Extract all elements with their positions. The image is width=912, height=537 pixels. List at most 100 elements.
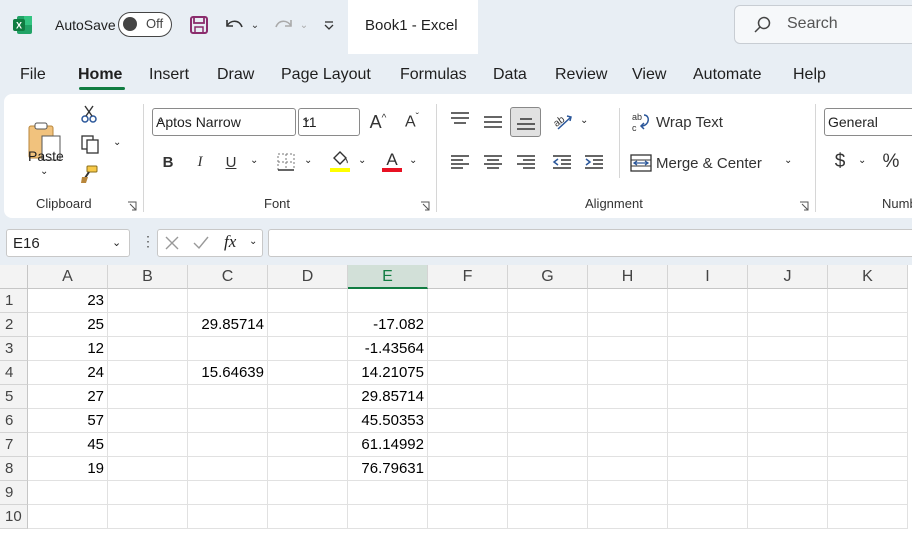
decrease-font-size-button[interactable]: Aˇ [400, 110, 424, 134]
cell-e2[interactable]: -17.082 [348, 313, 428, 337]
cell-c7[interactable] [188, 433, 268, 457]
search-box[interactable]: Search [734, 5, 912, 44]
cell-f4[interactable] [428, 361, 508, 385]
row-header-8[interactable]: 8 [0, 457, 28, 481]
cell-c9[interactable] [188, 481, 268, 505]
cell-b9[interactable] [108, 481, 188, 505]
tab-help[interactable]: Help [793, 66, 826, 84]
tab-formulas[interactable]: Formulas [400, 66, 467, 84]
align-right-button[interactable] [514, 150, 538, 174]
cell-c5[interactable] [188, 385, 268, 409]
cell-f2[interactable] [428, 313, 508, 337]
cell-e1[interactable] [348, 289, 428, 313]
cell-k4[interactable] [828, 361, 908, 385]
cell-j1[interactable] [748, 289, 828, 313]
borders-button[interactable] [274, 151, 298, 173]
cell-c10[interactable] [188, 505, 268, 529]
cell-g3[interactable] [508, 337, 588, 361]
cell-e6[interactable]: 45.50353 [348, 409, 428, 433]
cell-g1[interactable] [508, 289, 588, 313]
fill-color-dropdown-icon[interactable]: ⌄ [358, 155, 366, 166]
column-header-i[interactable]: I [668, 265, 748, 289]
cell-f3[interactable] [428, 337, 508, 361]
cell-a7[interactable]: 45 [28, 433, 108, 457]
font-color-dropdown-icon[interactable]: ⌄ [409, 155, 417, 166]
cell-d3[interactable] [268, 337, 348, 361]
font-name-dropdown[interactable]: Aptos Narrow ⌄ [152, 108, 296, 136]
font-color-button[interactable]: A [380, 148, 404, 174]
cell-g4[interactable] [508, 361, 588, 385]
cell-d8[interactable] [268, 457, 348, 481]
column-header-d[interactable]: D [268, 265, 348, 289]
cell-f8[interactable] [428, 457, 508, 481]
cell-a5[interactable]: 27 [28, 385, 108, 409]
redo-button[interactable] [270, 12, 298, 38]
cut-button[interactable] [78, 103, 100, 125]
cell-d1[interactable] [268, 289, 348, 313]
cell-h4[interactable] [588, 361, 668, 385]
currency-dropdown-icon[interactable]: ⌄ [858, 155, 866, 166]
cell-h8[interactable] [588, 457, 668, 481]
customize-qat-button[interactable] [320, 12, 338, 38]
merge-center-button[interactable]: Merge & Center [630, 149, 770, 177]
cell-j5[interactable] [748, 385, 828, 409]
tab-insert[interactable]: Insert [149, 66, 189, 84]
cell-j9[interactable] [748, 481, 828, 505]
cell-c3[interactable] [188, 337, 268, 361]
cell-f7[interactable] [428, 433, 508, 457]
cell-g2[interactable] [508, 313, 588, 337]
cell-d2[interactable] [268, 313, 348, 337]
formula-input[interactable] [268, 229, 912, 257]
cell-e9[interactable] [348, 481, 428, 505]
cell-b5[interactable] [108, 385, 188, 409]
alignment-dialog-launcher-icon[interactable] [799, 201, 809, 211]
cell-c8[interactable] [188, 457, 268, 481]
cell-e8[interactable]: 76.79631 [348, 457, 428, 481]
increase-font-size-button[interactable]: A^ [366, 110, 390, 134]
clipboard-dialog-launcher-icon[interactable] [127, 201, 137, 211]
cell-a10[interactable] [28, 505, 108, 529]
cell-e4[interactable]: 14.21075 [348, 361, 428, 385]
row-header-1[interactable]: 1 [0, 289, 28, 313]
tab-draw[interactable]: Draw [217, 66, 254, 84]
column-header-a[interactable]: A [28, 265, 108, 289]
cell-f5[interactable] [428, 385, 508, 409]
cell-e7[interactable]: 61.14992 [348, 433, 428, 457]
cell-a4[interactable]: 24 [28, 361, 108, 385]
cell-i6[interactable] [668, 409, 748, 433]
cell-i1[interactable] [668, 289, 748, 313]
cell-i10[interactable] [668, 505, 748, 529]
cell-c2[interactable]: 29.85714 [188, 313, 268, 337]
cell-b2[interactable] [108, 313, 188, 337]
cell-e3[interactable]: -1.43564 [348, 337, 428, 361]
cell-f1[interactable] [428, 289, 508, 313]
cell-b10[interactable] [108, 505, 188, 529]
cell-k8[interactable] [828, 457, 908, 481]
cell-d7[interactable] [268, 433, 348, 457]
underline-button[interactable]: U [221, 150, 241, 174]
row-header-2[interactable]: 2 [0, 313, 28, 337]
cell-k7[interactable] [828, 433, 908, 457]
merge-center-dropdown-icon[interactable]: ⌄ [784, 155, 792, 166]
cell-i9[interactable] [668, 481, 748, 505]
more-options-icon[interactable]: ⋮ [141, 233, 155, 250]
percent-button[interactable]: % [880, 150, 902, 174]
row-header-5[interactable]: 5 [0, 385, 28, 409]
column-header-j[interactable]: J [748, 265, 828, 289]
borders-dropdown-icon[interactable]: ⌄ [304, 155, 312, 166]
cell-e5[interactable]: 29.85714 [348, 385, 428, 409]
cell-c1[interactable] [188, 289, 268, 313]
cell-b6[interactable] [108, 409, 188, 433]
column-header-k[interactable]: K [828, 265, 908, 289]
font-size-dropdown[interactable]: 11 ⌄ [298, 108, 360, 136]
cell-b1[interactable] [108, 289, 188, 313]
row-header-9[interactable]: 9 [0, 481, 28, 505]
cell-i7[interactable] [668, 433, 748, 457]
tab-data[interactable]: Data [493, 66, 527, 84]
tab-review[interactable]: Review [555, 66, 607, 84]
select-all-corner[interactable] [0, 265, 28, 289]
tab-file[interactable]: File [20, 66, 46, 84]
cell-g5[interactable] [508, 385, 588, 409]
currency-button[interactable]: $ [830, 150, 850, 174]
cell-h10[interactable] [588, 505, 668, 529]
